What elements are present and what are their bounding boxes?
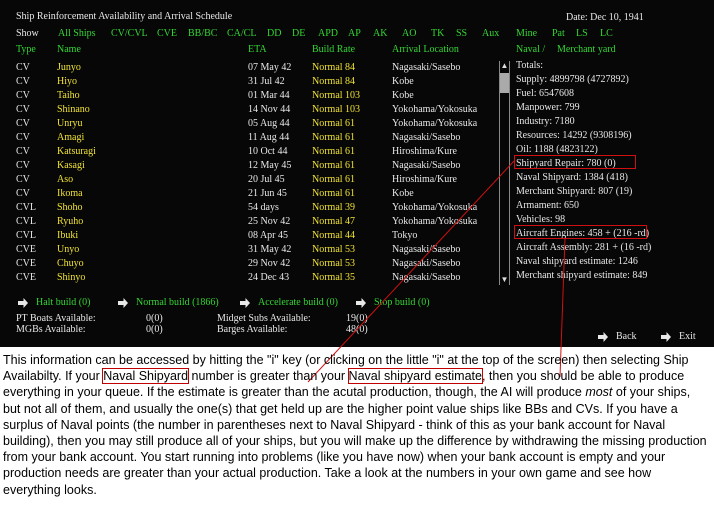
caption-naval-estimate-term: Naval shipyard estimate xyxy=(347,368,483,385)
annotation-line-naval-shipyard xyxy=(307,160,515,383)
caption-text-4: of your ships, but not all of them, and … xyxy=(3,385,707,497)
caption-naval-shipyard-term: Naval Shipyard xyxy=(102,368,190,385)
caption-text-2: number is greater than your xyxy=(188,369,349,384)
explanatory-caption: This information can be accessed by hitt… xyxy=(3,352,711,498)
caption-emphasis-most: most xyxy=(585,385,613,400)
